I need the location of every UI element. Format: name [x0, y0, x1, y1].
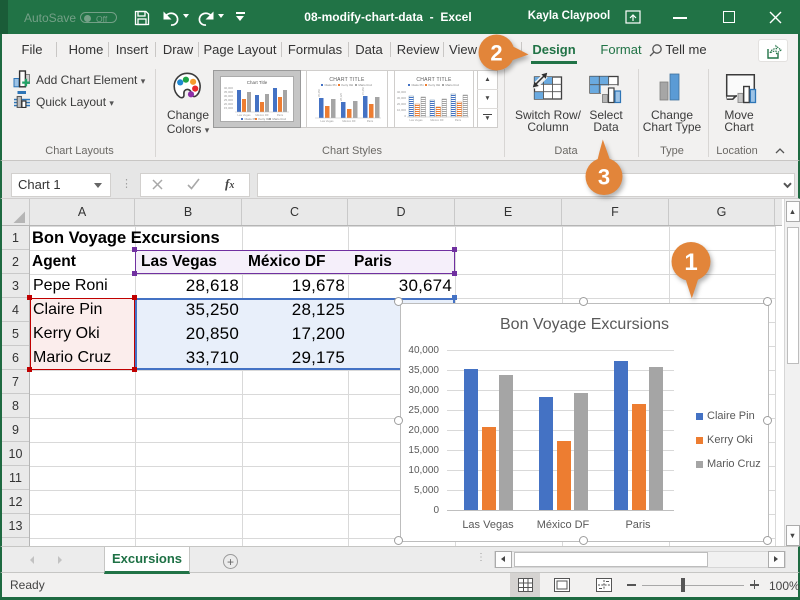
svg-text:CHART TITLE: CHART TITLE	[329, 77, 365, 83]
svg-text:30,000: 30,000	[397, 96, 407, 100]
svg-text:Mario Cruz: Mario Cruz	[273, 117, 287, 121]
svg-text:Kerry Oki: Kerry Oki	[429, 83, 441, 87]
svg-text:Paris: Paris	[367, 119, 374, 123]
svg-text:Claire Pin: Claire Pin	[325, 83, 338, 87]
svg-text:37,250: 37,250	[361, 87, 365, 95]
svg-text:CHART TITLE: CHART TITLE	[416, 77, 452, 83]
svg-text:35,250: 35,250	[317, 89, 321, 97]
svg-text:México DF: México DF	[342, 119, 356, 123]
svg-text:Paris: Paris	[455, 118, 462, 122]
svg-text:Las Vegas: Las Vegas	[320, 119, 334, 123]
svg-text:Kerry Oki: Kerry Oki	[342, 83, 354, 87]
svg-text:10,000: 10,000	[397, 108, 407, 112]
svg-text:México DF: México DF	[430, 118, 444, 122]
svg-text:40,000: 40,000	[397, 90, 407, 94]
svg-text:Mario Cruz: Mario Cruz	[359, 83, 373, 87]
svg-text:1: 1	[684, 249, 697, 276]
svg-text:15,000: 15,000	[224, 106, 234, 110]
svg-text:Las Vegas: Las Vegas	[409, 118, 423, 122]
svg-text:20,000: 20,000	[397, 102, 407, 106]
svg-text:Mario Cruz: Mario Cruz	[446, 83, 460, 87]
svg-text:Claire Pin: Claire Pin	[412, 83, 425, 87]
svg-text:3: 3	[598, 165, 610, 190]
svg-text:0: 0	[404, 114, 406, 118]
svg-text:28,125: 28,125	[339, 93, 343, 101]
svg-text:2: 2	[490, 41, 502, 66]
svg-text:Chart Title: Chart Title	[247, 80, 268, 85]
svg-text:Kerry Oki: Kerry Oki	[259, 117, 271, 121]
